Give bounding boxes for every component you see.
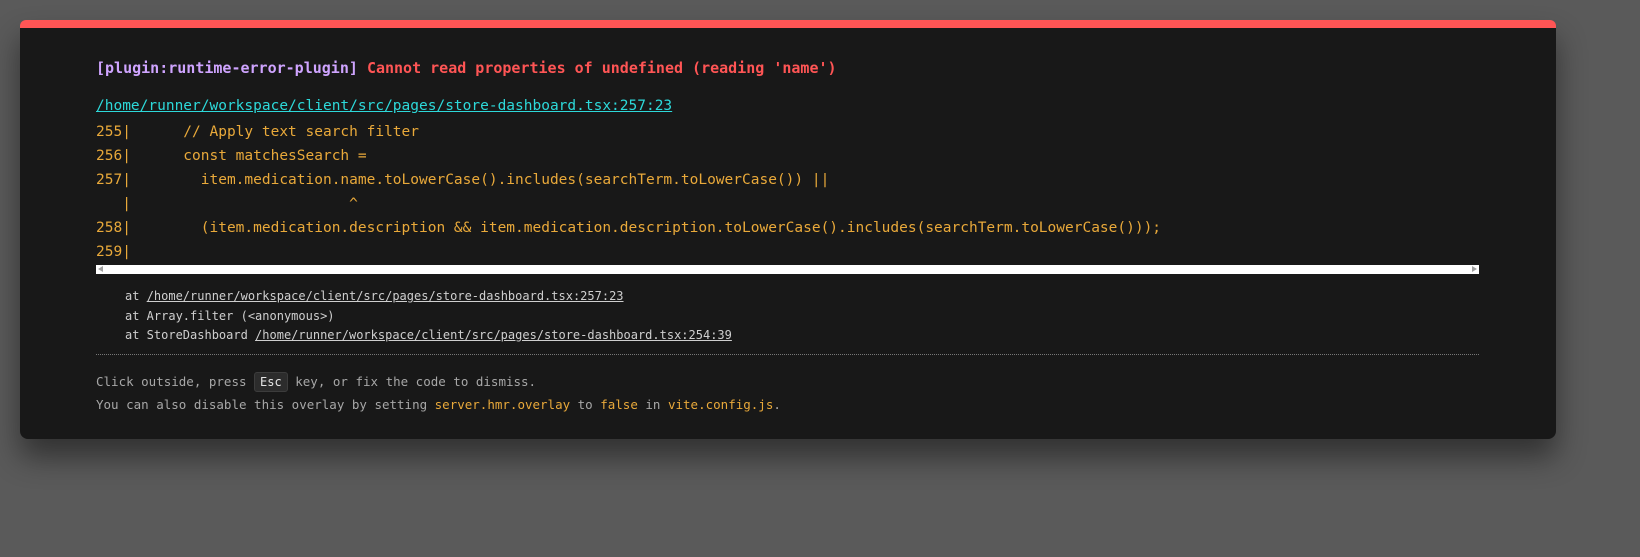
stack-trace: at /home/runner/workspace/client/src/pag… bbox=[125, 287, 732, 346]
scroll-right-icon[interactable] bbox=[1472, 266, 1477, 272]
code-line: 258| (item.medication.description && ite… bbox=[96, 220, 1162, 236]
stack-line: at StoreDashboard /home/runner/workspace… bbox=[125, 326, 732, 346]
config-setting: server.hmr.overlay bbox=[434, 397, 571, 412]
stack-file-link[interactable]: /home/runner/workspace/client/src/pages/… bbox=[147, 289, 624, 303]
code-line: 259| bbox=[96, 244, 131, 260]
code-line: 257| item.medication.name.toLowerCase().… bbox=[96, 172, 830, 188]
tip-text: Click outside, press bbox=[96, 374, 255, 389]
stack-line: at /home/runner/workspace/client/src/pag… bbox=[125, 287, 732, 307]
dismiss-tip: Click outside, press Esc key, or fix the… bbox=[96, 371, 536, 393]
code-line: 255| // Apply text search filter bbox=[96, 124, 420, 140]
config-value: false bbox=[600, 397, 638, 412]
tip-text: in bbox=[637, 397, 668, 412]
tip-text: to bbox=[570, 397, 601, 412]
error-file-link[interactable]: /home/runner/workspace/client/src/pages/… bbox=[96, 98, 672, 114]
divider bbox=[96, 354, 1479, 355]
stack-file-link[interactable]: /home/runner/workspace/client/src/pages/… bbox=[255, 328, 732, 342]
stack-prefix: at bbox=[125, 289, 147, 303]
error-header: [plugin:runtime-error-plugin] Cannot rea… bbox=[96, 59, 837, 77]
scroll-left-icon[interactable] bbox=[98, 266, 103, 272]
code-line-caret: | ^ bbox=[96, 196, 358, 212]
code-line: 256| const matchesSearch = bbox=[96, 148, 376, 164]
tip-text: key, or fix the code to dismiss. bbox=[287, 374, 537, 389]
esc-key: Esc bbox=[254, 372, 288, 392]
disable-tip: You can also disable this overlay by set… bbox=[96, 394, 781, 416]
horizontal-scrollbar[interactable] bbox=[96, 265, 1479, 274]
stack-prefix: at StoreDashboard bbox=[125, 328, 256, 342]
plugin-name: [plugin:runtime-error-plugin] bbox=[96, 59, 358, 77]
tip-text: You can also disable this overlay by set… bbox=[96, 397, 435, 412]
error-overlay: [plugin:runtime-error-plugin] Cannot rea… bbox=[20, 20, 1556, 439]
tip-text: . bbox=[773, 397, 781, 412]
code-frame: 255| // Apply text search filter 256| co… bbox=[96, 120, 1479, 264]
stack-line: at Array.filter (<anonymous>) bbox=[125, 308, 335, 323]
config-file: vite.config.js bbox=[667, 397, 774, 412]
error-message: Cannot read properties of undefined (rea… bbox=[366, 59, 837, 77]
